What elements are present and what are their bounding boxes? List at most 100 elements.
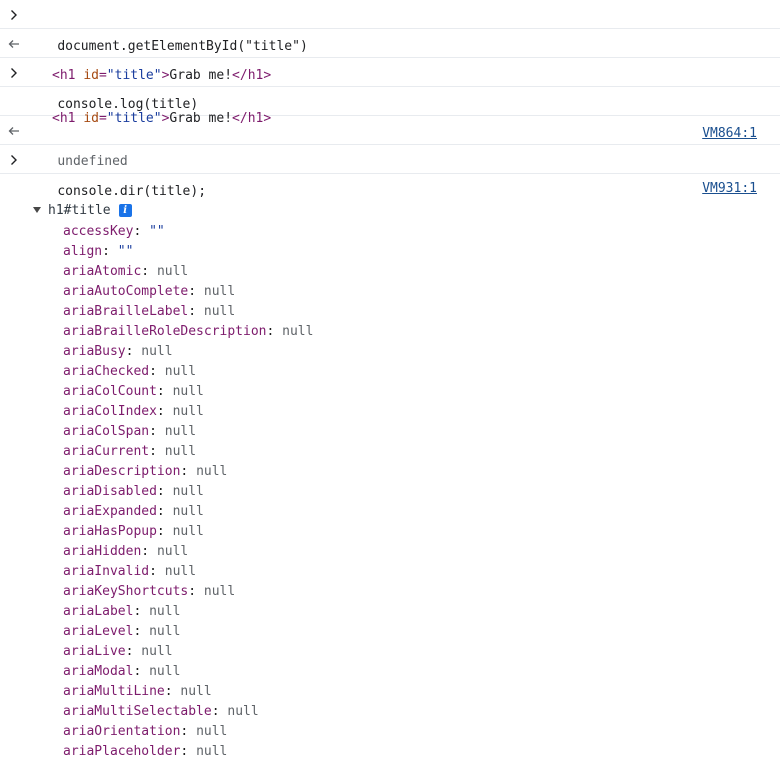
property-key: ariaAtomic — [63, 264, 142, 279]
property-row[interactable]: ariaInvalid: null — [63, 562, 313, 582]
property-key: ariaBrailleLabel — [63, 304, 189, 319]
property-key: ariaLabel — [63, 604, 134, 619]
property-value: null — [196, 724, 228, 739]
property-value: "" — [149, 224, 165, 239]
property-row[interactable]: ariaAtomic: null — [63, 262, 313, 282]
property-row[interactable]: accessKey: "" — [63, 222, 313, 242]
property-value: null — [196, 744, 228, 759]
property-row[interactable]: ariaLevel: null — [63, 622, 313, 642]
property-key: ariaModal — [63, 664, 134, 679]
property-value: null — [164, 564, 197, 579]
property-value: null — [141, 644, 173, 659]
property-value: null — [164, 364, 197, 379]
property-row[interactable]: ariaBrailleLabel: null — [63, 302, 313, 322]
property-row[interactable]: ariaDescription: null — [63, 462, 313, 482]
property-row[interactable]: ariaColCount: null — [63, 382, 313, 402]
property-key: ariaColIndex — [63, 404, 157, 419]
property-key: ariaExpanded — [63, 504, 157, 519]
property-row[interactable]: ariaCurrent: null — [63, 442, 313, 462]
property-key: ariaOrientation — [63, 724, 181, 739]
property-row[interactable]: ariaLabel: null — [63, 602, 313, 622]
property-row[interactable]: ariaMultiSelectable: null — [63, 702, 313, 722]
property-row[interactable]: ariaChecked: null — [63, 362, 313, 382]
object-tree-header[interactable]: h1#title i — [32, 202, 132, 218]
console-result-row: undefined — [0, 116, 780, 169]
property-value: null — [164, 444, 197, 459]
property-row[interactable]: ariaHidden: null — [63, 542, 313, 562]
property-value: null — [156, 264, 189, 279]
chevron-right-icon — [8, 8, 20, 22]
property-row[interactable]: ariaModal: null — [63, 662, 313, 682]
info-icon[interactable]: i — [118, 203, 132, 217]
property-row[interactable]: ariaMultiLine: null — [63, 682, 313, 702]
property-key: ariaCurrent — [63, 444, 150, 459]
property-value: null — [227, 704, 259, 719]
console-input-row[interactable]: console.dir(title); — [0, 145, 780, 199]
property-key: ariaColSpan — [63, 424, 150, 439]
console-log-row[interactable]: <h1 id="title">Grab me!</h1> VM864:1 — [0, 87, 780, 141]
property-key: ariaHidden — [63, 544, 142, 559]
property-key: align — [63, 244, 103, 259]
object-title: h1#title — [48, 202, 111, 218]
property-key: ariaBusy — [63, 344, 126, 359]
property-row[interactable]: ariaLive: null — [63, 642, 313, 662]
property-row[interactable]: ariaKeyShortcuts: null — [63, 582, 313, 602]
property-key: ariaDisabled — [63, 484, 157, 499]
property-value: null — [149, 604, 181, 619]
property-list: accessKey: "" align: "" ariaAtomic: null ar… — [63, 222, 313, 762]
property-value: null — [149, 664, 181, 679]
devtools-console: document.getElementById("title") <h1 id=… — [0, 0, 780, 764]
property-value: null — [172, 404, 204, 419]
property-value: "" — [117, 244, 134, 259]
property-row[interactable]: align: "" — [63, 242, 313, 262]
property-key: ariaBrailleRoleDescription — [63, 324, 267, 339]
property-key: ariaLevel — [63, 624, 134, 639]
property-value: null — [196, 464, 228, 479]
chevron-right-icon — [8, 153, 20, 167]
property-key: ariaDescription — [63, 464, 181, 479]
console-input-row[interactable]: document.getElementById("title") — [0, 0, 780, 54]
property-row[interactable]: ariaExpanded: null — [63, 502, 313, 522]
property-value: null — [203, 304, 236, 319]
source-link[interactable]: VM931:1 — [702, 181, 757, 196]
property-value: null — [172, 384, 204, 399]
property-key: ariaHasPopup — [63, 524, 157, 539]
property-value: null — [203, 584, 236, 599]
chevron-right-icon — [8, 66, 20, 80]
property-key: accessKey — [63, 224, 134, 239]
return-arrow-icon — [8, 37, 20, 51]
property-row[interactable]: ariaAutoComplete: null — [63, 282, 313, 302]
property-value: null — [180, 684, 212, 699]
return-arrow-icon — [8, 124, 20, 138]
property-value: null — [172, 504, 204, 519]
property-key: ariaChecked — [63, 364, 150, 379]
property-key: ariaMultiLine — [63, 684, 165, 699]
property-key: ariaColCount — [63, 384, 157, 399]
console-input-row[interactable]: console.log(title) — [0, 58, 780, 112]
property-value: null — [282, 324, 314, 339]
property-value: null — [141, 344, 173, 359]
property-key: ariaKeyShortcuts — [63, 584, 189, 599]
property-value: null — [156, 544, 189, 559]
triangle-down-icon[interactable] — [32, 205, 42, 215]
property-key: ariaInvalid — [63, 564, 150, 579]
property-row[interactable]: ariaColSpan: null — [63, 422, 313, 442]
property-value: null — [172, 484, 204, 499]
property-key: ariaMultiSelectable — [63, 704, 212, 719]
property-value: null — [149, 624, 181, 639]
console-result-row[interactable]: <h1 id="title">Grab me!</h1> — [0, 29, 780, 83]
property-value: null — [172, 524, 204, 539]
property-row[interactable]: ariaColIndex: null — [63, 402, 313, 422]
property-row[interactable]: ariaOrientation: null — [63, 722, 313, 742]
property-row[interactable]: ariaHasPopup: null — [63, 522, 313, 542]
property-row[interactable]: ariaBrailleRoleDescription: null — [63, 322, 313, 342]
property-row[interactable]: ariaPlaceholder: null — [63, 742, 313, 762]
console-dir-output: VM931:1 h1#title i accessKey: "" align: "… — [0, 174, 780, 764]
property-key: ariaAutoComplete — [63, 284, 189, 299]
property-value: null — [164, 424, 197, 439]
property-row[interactable]: ariaDisabled: null — [63, 482, 313, 502]
property-row[interactable]: ariaBusy: null — [63, 342, 313, 362]
property-key: ariaLive — [63, 644, 126, 659]
property-key: ariaPlaceholder — [63, 744, 181, 759]
property-value: null — [203, 284, 236, 299]
